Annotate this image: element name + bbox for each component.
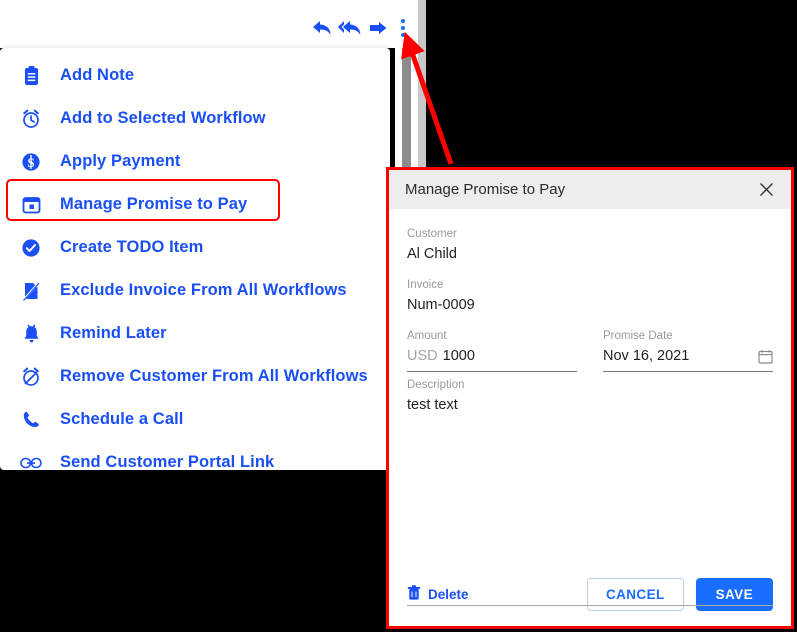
annotation-dialog-outline: Manage Promise to Pay Customer Al Child … [386, 167, 794, 629]
trash-icon [407, 584, 421, 604]
page-background-bottom [0, 470, 426, 632]
reply-icon [312, 19, 332, 37]
customer-field: Customer Al Child [407, 227, 773, 264]
context-menu: Add Note Add to Selected Workflow S Appl… [0, 48, 390, 471]
menu-item-create-todo-item[interactable]: Create TODO Item [0, 226, 390, 269]
reply-all-icon [338, 19, 362, 37]
forward-button[interactable] [366, 16, 390, 40]
dialog-body: Customer Al Child Invoice Num-0009 Amoun… [389, 209, 791, 606]
menu-item-add-note[interactable]: Add Note [0, 54, 390, 97]
amount-field: Amount USD 1000 [407, 329, 577, 372]
menu-item-send-customer-portal-link[interactable]: Send Customer Portal Link [0, 441, 390, 484]
menu-item-manage-promise-to-pay[interactable]: Manage Promise to Pay [0, 183, 390, 226]
description-label: Description [407, 379, 465, 391]
invoice-label: Invoice [407, 279, 444, 291]
dialog-header: Manage Promise to Pay [389, 170, 791, 209]
promise-date-label: Promise Date [603, 330, 673, 342]
menu-item-label: Manage Promise to Pay [60, 195, 248, 213]
note-icon [18, 64, 44, 88]
amount-value: 1000 [442, 348, 475, 364]
kebab-dot-2 [401, 26, 405, 30]
forward-icon [368, 19, 388, 37]
more-options-button[interactable] [394, 16, 412, 40]
menu-item-label: Add to Selected Workflow [60, 109, 266, 127]
link-icon [18, 451, 44, 475]
calendar-icon [18, 193, 44, 217]
amount-date-row: Amount USD 1000 Promise Date Nov 16, 202… [407, 329, 773, 372]
menu-item-label: Exclude Invoice From All Workflows [60, 281, 347, 299]
bell-icon [18, 322, 44, 346]
manage-promise-to-pay-dialog: Manage Promise to Pay Customer Al Child … [389, 170, 791, 626]
phone-icon [18, 408, 44, 432]
promise-date-value: Nov 16, 2021 [603, 348, 690, 364]
menu-item-remove-customer[interactable]: Remove Customer From All Workflows [0, 355, 390, 398]
dollar-circle-icon: S [18, 150, 44, 174]
check-circle-icon [18, 236, 44, 260]
description-value[interactable]: test text [407, 395, 773, 415]
dialog-title: Manage Promise to Pay [405, 181, 566, 198]
menu-item-schedule-a-call[interactable]: Schedule a Call [0, 398, 390, 441]
menu-item-label: Create TODO Item [60, 238, 204, 256]
invoice-value: Num-0009 [407, 297, 475, 313]
menu-item-label: Apply Payment [60, 152, 181, 170]
menu-item-label: Add Note [60, 66, 135, 84]
delete-label: Delete [428, 586, 469, 602]
customer-label: Customer [407, 228, 457, 240]
menu-item-label: Remind Later [60, 324, 167, 342]
document-slash-icon [18, 279, 44, 303]
menu-item-label: Remove Customer From All Workflows [60, 367, 368, 385]
reply-button[interactable] [310, 16, 334, 40]
menu-item-remind-later[interactable]: Remind Later [0, 312, 390, 355]
kebab-dot-1 [401, 19, 405, 23]
kebab-dot-3 [401, 33, 405, 37]
dialog-footer: Delete CANCEL SAVE [389, 568, 791, 626]
close-icon[interactable] [755, 179, 777, 201]
menu-item-label: Send Customer Portal Link [60, 453, 275, 471]
invoice-field: Invoice Num-0009 [407, 278, 773, 315]
promise-date-field: Promise Date Nov 16, 2021 [603, 329, 773, 372]
dialog-divider [407, 605, 773, 606]
reply-all-button[interactable] [338, 16, 362, 40]
promise-date-input[interactable]: Nov 16, 2021 [603, 346, 773, 372]
scrollbar-thumb[interactable] [402, 48, 411, 180]
amount-label: Amount [407, 330, 447, 342]
amount-currency-prefix: USD [407, 348, 438, 364]
action-toolbar [310, 14, 412, 42]
customer-value: Al Child [407, 246, 457, 262]
menu-item-add-to-selected-workflow[interactable]: Add to Selected Workflow [0, 97, 390, 140]
description-field: Description test text [407, 378, 773, 415]
menu-item-exclude-invoice[interactable]: Exclude Invoice From All Workflows [0, 269, 390, 312]
alarm-clock-icon [18, 107, 44, 131]
scrollbar-track[interactable] [418, 0, 426, 180]
calendar-picker-icon[interactable] [758, 349, 773, 364]
amount-input[interactable]: USD 1000 [407, 346, 577, 372]
delete-button[interactable]: Delete [407, 584, 469, 604]
alarm-off-icon [18, 365, 44, 389]
menu-item-apply-payment[interactable]: S Apply Payment [0, 140, 390, 183]
menu-item-label: Schedule a Call [60, 410, 184, 428]
